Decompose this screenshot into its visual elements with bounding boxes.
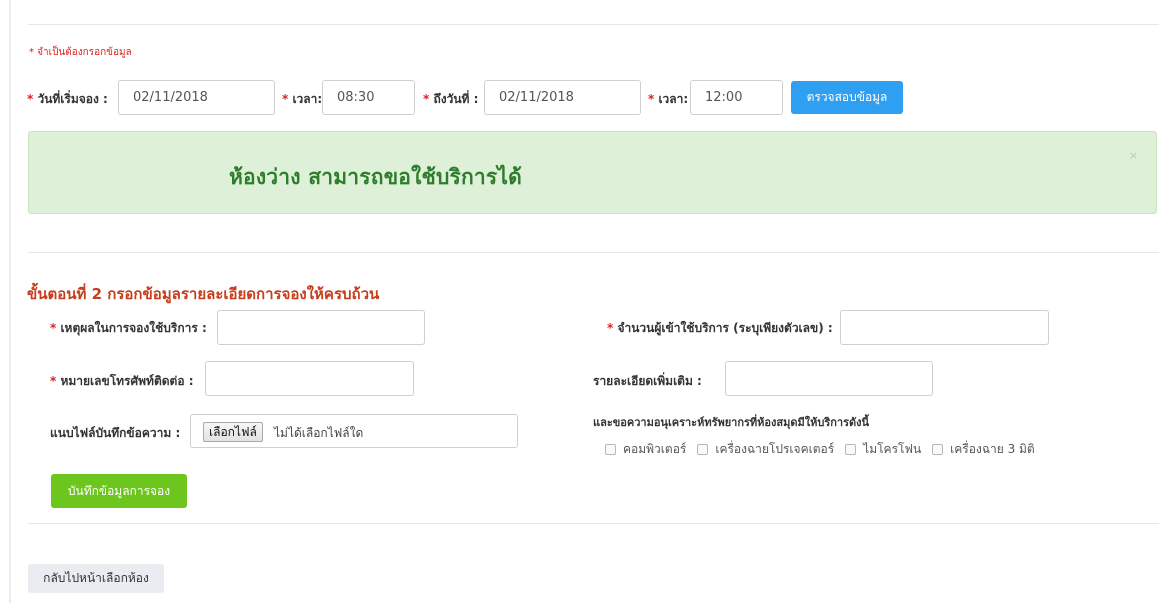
resource-microphone[interactable]: ไมโครโฟน bbox=[845, 440, 921, 459]
availability-alert: ห้องว่าง สามารถขอใช้บริการได้ × bbox=[28, 131, 1157, 214]
resource-computer[interactable]: คอมพิวเตอร์ bbox=[605, 440, 686, 459]
details-input[interactable] bbox=[725, 361, 933, 396]
resource-projector[interactable]: เครื่องฉายโปรเจคเตอร์ bbox=[697, 440, 834, 459]
step2-title: ขั้นตอนที่ 2 กรอกข้อมูลรายละเอียดการจองใ… bbox=[27, 285, 380, 303]
reason-label: * เหตุผลในการจองใช้บริการ : bbox=[50, 321, 207, 335]
end-time-input[interactable]: 12:00 bbox=[690, 80, 783, 115]
checkbox[interactable] bbox=[932, 444, 944, 455]
required-note: * จำเป็นต้องกรอกข้อมูล bbox=[29, 47, 132, 58]
resources-checkboxes: คอมพิวเตอร์ เครื่องฉายโปรเจคเตอร์ ไมโครโ… bbox=[605, 440, 1046, 459]
save-booking-button[interactable]: บันทึกข้อมูลการจอง bbox=[51, 474, 187, 508]
divider-bottom bbox=[28, 523, 1159, 524]
left-rule bbox=[9, 0, 11, 603]
divider-middle bbox=[28, 252, 1159, 253]
start-time-input[interactable]: 08:30 bbox=[322, 80, 415, 115]
end-time-label: * เวลา: bbox=[648, 92, 689, 106]
attendees-label: * จำนวนผู้เข้าใช้บริการ (ระบุเพียงตัวเลข… bbox=[607, 321, 833, 335]
reason-input[interactable] bbox=[217, 310, 425, 345]
close-icon[interactable]: × bbox=[1129, 149, 1138, 162]
start-date-label: * วันที่เริ่มจอง : bbox=[27, 92, 108, 106]
back-to-room-selection-button[interactable]: กลับไปหน้าเลือกห้อง bbox=[28, 564, 164, 593]
file-status: ไม่ได้เลือกไฟล์ใด bbox=[274, 426, 364, 440]
phone-label: * หมายเลขโทรศัพท์ติดต่อ : bbox=[50, 374, 194, 388]
check-availability-button[interactable]: ตรวจสอบข้อมูล bbox=[791, 81, 903, 114]
choose-file-button[interactable]: เลือกไฟล์ bbox=[203, 422, 263, 442]
attach-label: แนบไฟล์บันทึกข้อความ : bbox=[50, 426, 181, 440]
checkbox[interactable] bbox=[605, 444, 616, 455]
phone-input[interactable] bbox=[205, 361, 414, 396]
resource-3d-projector[interactable]: เครื่องฉาย 3 มิติ bbox=[932, 440, 1035, 459]
alert-message: ห้องว่าง สามารถขอใช้บริการได้ bbox=[229, 165, 522, 189]
end-date-label: * ถึงวันที่ : bbox=[423, 92, 479, 106]
end-date-input[interactable]: 02/11/2018 bbox=[484, 80, 641, 115]
checkbox[interactable] bbox=[845, 444, 857, 455]
details-label: รายละเอียดเพิ่มเติม : bbox=[593, 374, 702, 388]
checkbox[interactable] bbox=[697, 444, 709, 455]
file-upload-field[interactable]: เลือกไฟล์ ไม่ได้เลือกไฟล์ใด bbox=[190, 414, 518, 448]
resources-title: และขอความอนุเคราะห์ทรัพยากรที่ห้องสมุดมี… bbox=[593, 416, 870, 429]
start-date-input[interactable]: 02/11/2018 bbox=[118, 80, 275, 115]
attendees-input[interactable] bbox=[840, 310, 1049, 345]
divider-top bbox=[28, 24, 1159, 25]
start-time-label: * เวลา: bbox=[282, 92, 323, 106]
